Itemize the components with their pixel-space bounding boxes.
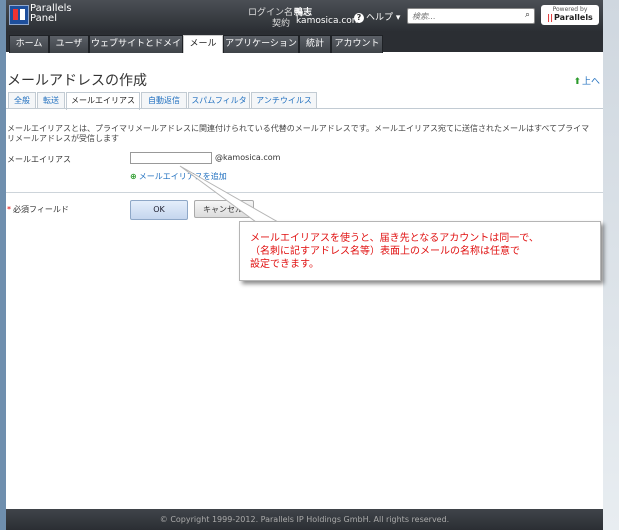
window-scrollbar[interactable] [602,0,619,530]
parallels-panel-app: Parallels Panel ログイン名: 鴨志 契約 kamosica.co… [6,0,603,530]
callout-line1: メールエイリアスを使うと、届き先となるアカウントは同一で、 [250,233,539,244]
callout-line3: 設定できます。 [250,259,319,270]
annotation-callout: メールエイリアスを使うと、届き先となるアカウントは同一で、 （名刺に記すアドレス… [239,221,601,281]
footer: © Copyright 1999-2012. Parallels IP Hold… [6,509,603,530]
callout-text: メールエイリアスを使うと、届き先となるアカウントは同一で、 （名刺に記すアドレス… [250,232,595,271]
callout-line2: （名刺に記すアドレス名等）表面上のメールの名称は任意で [250,246,520,257]
